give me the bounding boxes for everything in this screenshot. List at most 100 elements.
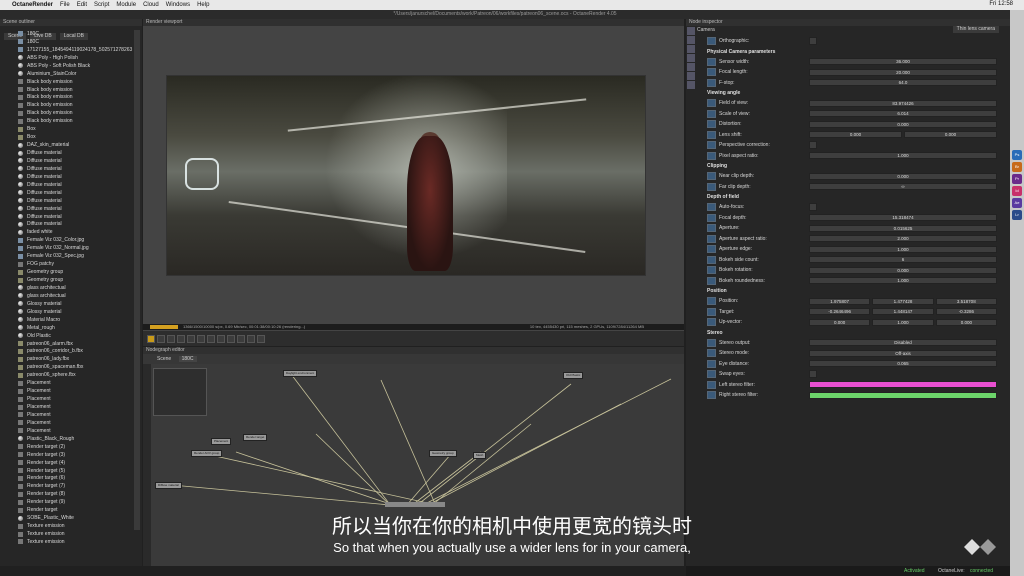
lock-viewport-button[interactable]: [227, 334, 235, 343]
graph-node[interactable]: Daylight environment: [283, 370, 318, 377]
property-checkbox[interactable]: [809, 141, 817, 150]
outliner-item[interactable]: Metal_rough: [4, 324, 134, 332]
pin-icon[interactable]: [707, 338, 716, 347]
pin-icon[interactable]: [707, 203, 716, 212]
stop-button[interactable]: [147, 334, 155, 343]
property-value-field[interactable]: 3.518708: [935, 297, 997, 305]
outliner-item[interactable]: Diffuse material: [4, 221, 134, 229]
pin-icon[interactable]: [707, 359, 716, 368]
menu-cloud[interactable]: Cloud: [143, 2, 159, 8]
camera-type-select[interactable]: Thin lens camera: [952, 26, 999, 33]
pin-icon[interactable]: [707, 141, 716, 150]
property-value-field[interactable]: 6: [809, 256, 997, 264]
outliner-item[interactable]: faded white: [4, 228, 134, 236]
graph-node[interactable]: Render AOV group: [191, 450, 223, 457]
graph-node[interactable]: Geometry group: [429, 450, 457, 457]
property-select[interactable]: Off-axis: [809, 349, 997, 357]
menu-help[interactable]: Help: [197, 2, 209, 8]
menu-file[interactable]: File: [60, 2, 70, 8]
render-target-node-row[interactable]: [385, 502, 445, 507]
pin-icon[interactable]: [707, 37, 716, 46]
recenter-view-button[interactable]: [187, 334, 195, 343]
outliner-item[interactable]: DAZ_skin_material: [4, 141, 134, 149]
outliner-item[interactable]: Diffuse material: [4, 165, 134, 173]
outliner-item[interactable]: Geometry group: [4, 276, 134, 284]
property-value-field[interactable]: 15.318474: [809, 214, 997, 222]
graph-node[interactable]: Mesh: [473, 452, 487, 459]
pin-icon[interactable]: [707, 120, 716, 129]
property-value-field[interactable]: ∞: [809, 183, 997, 191]
dock-app-icon[interactable]: Ps: [1012, 150, 1022, 160]
section-header[interactable]: Physical Camera parameters: [707, 47, 999, 57]
property-value-field[interactable]: 0.000: [809, 120, 997, 128]
kernel-icon[interactable]: [687, 45, 695, 53]
pin-icon[interactable]: [707, 255, 716, 264]
postprocess-icon[interactable]: [687, 72, 695, 80]
pin-icon[interactable]: [707, 224, 716, 233]
outliner-item[interactable]: Render target (5): [4, 467, 134, 475]
outliner-item[interactable]: glass architectual: [4, 284, 134, 292]
outliner-item[interactable]: Render target (4): [4, 459, 134, 467]
outliner-item[interactable]: FOG patchy: [4, 260, 134, 268]
graph-node[interactable]: Old Plastic: [563, 372, 584, 379]
outliner-item[interactable]: Diffuse material: [4, 149, 134, 157]
pin-icon[interactable]: [707, 349, 716, 358]
pin-icon[interactable]: [707, 234, 716, 243]
dock-app-icon[interactable]: Lr: [1012, 210, 1022, 220]
property-value-field[interactable]: 1.477428: [872, 297, 934, 305]
pin-icon[interactable]: [707, 78, 716, 87]
clay-mode-button[interactable]: [237, 334, 245, 343]
outliner-item[interactable]: Diffuse material: [4, 205, 134, 213]
pin-icon[interactable]: [707, 391, 716, 400]
section-header[interactable]: Clipping: [707, 161, 999, 171]
property-checkbox[interactable]: [809, 203, 817, 212]
outliner-item[interactable]: Diffuse material: [4, 173, 134, 181]
property-value-field[interactable]: 0.000: [809, 172, 997, 180]
outliner-item[interactable]: patreon06_alarm.fbx: [4, 340, 134, 348]
property-value-field[interactable]: 1.448147: [872, 308, 934, 316]
outliner-item[interactable]: Plastic_Black_Rough: [4, 435, 134, 443]
outliner-item[interactable]: Diffuse material: [4, 181, 134, 189]
menu-script[interactable]: Script: [94, 2, 109, 8]
property-checkbox[interactable]: [809, 37, 817, 46]
property-value-field[interactable]: 83.974426: [809, 99, 997, 107]
start-button[interactable]: [177, 334, 185, 343]
outliner-item[interactable]: patreon06_lady.fbx: [4, 355, 134, 363]
color-swatch[interactable]: [809, 381, 997, 389]
outliner-item[interactable]: Female Viz 032_Color.jpg: [4, 236, 134, 244]
outliner-item[interactable]: Old Plastic: [4, 332, 134, 340]
zoom-button[interactable]: [217, 334, 225, 343]
decal-button[interactable]: [257, 334, 265, 343]
pin-icon[interactable]: [707, 182, 716, 191]
outliner-item[interactable]: Black body emission: [4, 94, 134, 102]
outliner-scrollbar[interactable]: [134, 30, 140, 530]
outliner-item[interactable]: Render target (6): [4, 475, 134, 483]
pin-icon[interactable]: [707, 245, 716, 254]
outliner-item[interactable]: ABS Poly - High Polish: [4, 54, 134, 62]
subsample-button[interactable]: [247, 334, 255, 343]
dock-app-icon[interactable]: Br: [1012, 162, 1022, 172]
outliner-item[interactable]: Placement: [4, 379, 134, 387]
outliner-item[interactable]: patreon06_sphere.fbx: [4, 371, 134, 379]
outliner-item[interactable]: Black body emission: [4, 109, 134, 117]
outliner-item[interactable]: Diffuse material: [4, 197, 134, 205]
visible-environment-icon[interactable]: [687, 63, 695, 71]
outliner-item[interactable]: Black body emission: [4, 78, 134, 86]
outliner-item[interactable]: Female Viz 032_Spec.jpg: [4, 252, 134, 260]
pin-icon[interactable]: [707, 172, 716, 181]
property-value-field[interactable]: 1.000: [809, 245, 997, 253]
property-value-field[interactable]: 0.000: [904, 131, 997, 139]
property-value-field[interactable]: -0.3286: [935, 308, 997, 316]
property-checkbox[interactable]: [809, 370, 817, 379]
menu-module[interactable]: Module: [116, 2, 136, 8]
outliner-item[interactable]: Black body emission: [4, 117, 134, 125]
outliner-item[interactable]: Render target (7): [4, 482, 134, 490]
outliner-item[interactable]: Render target (2): [4, 443, 134, 451]
outliner-item[interactable]: Render target (3): [4, 451, 134, 459]
outliner-item[interactable]: Render target (8): [4, 490, 134, 498]
outliner-item[interactable]: Placement: [4, 395, 134, 403]
section-header[interactable]: Viewing angle: [707, 88, 999, 98]
outliner-item[interactable]: 180C: [4, 38, 134, 46]
pin-icon[interactable]: [707, 57, 716, 66]
restart-button[interactable]: [157, 334, 165, 343]
